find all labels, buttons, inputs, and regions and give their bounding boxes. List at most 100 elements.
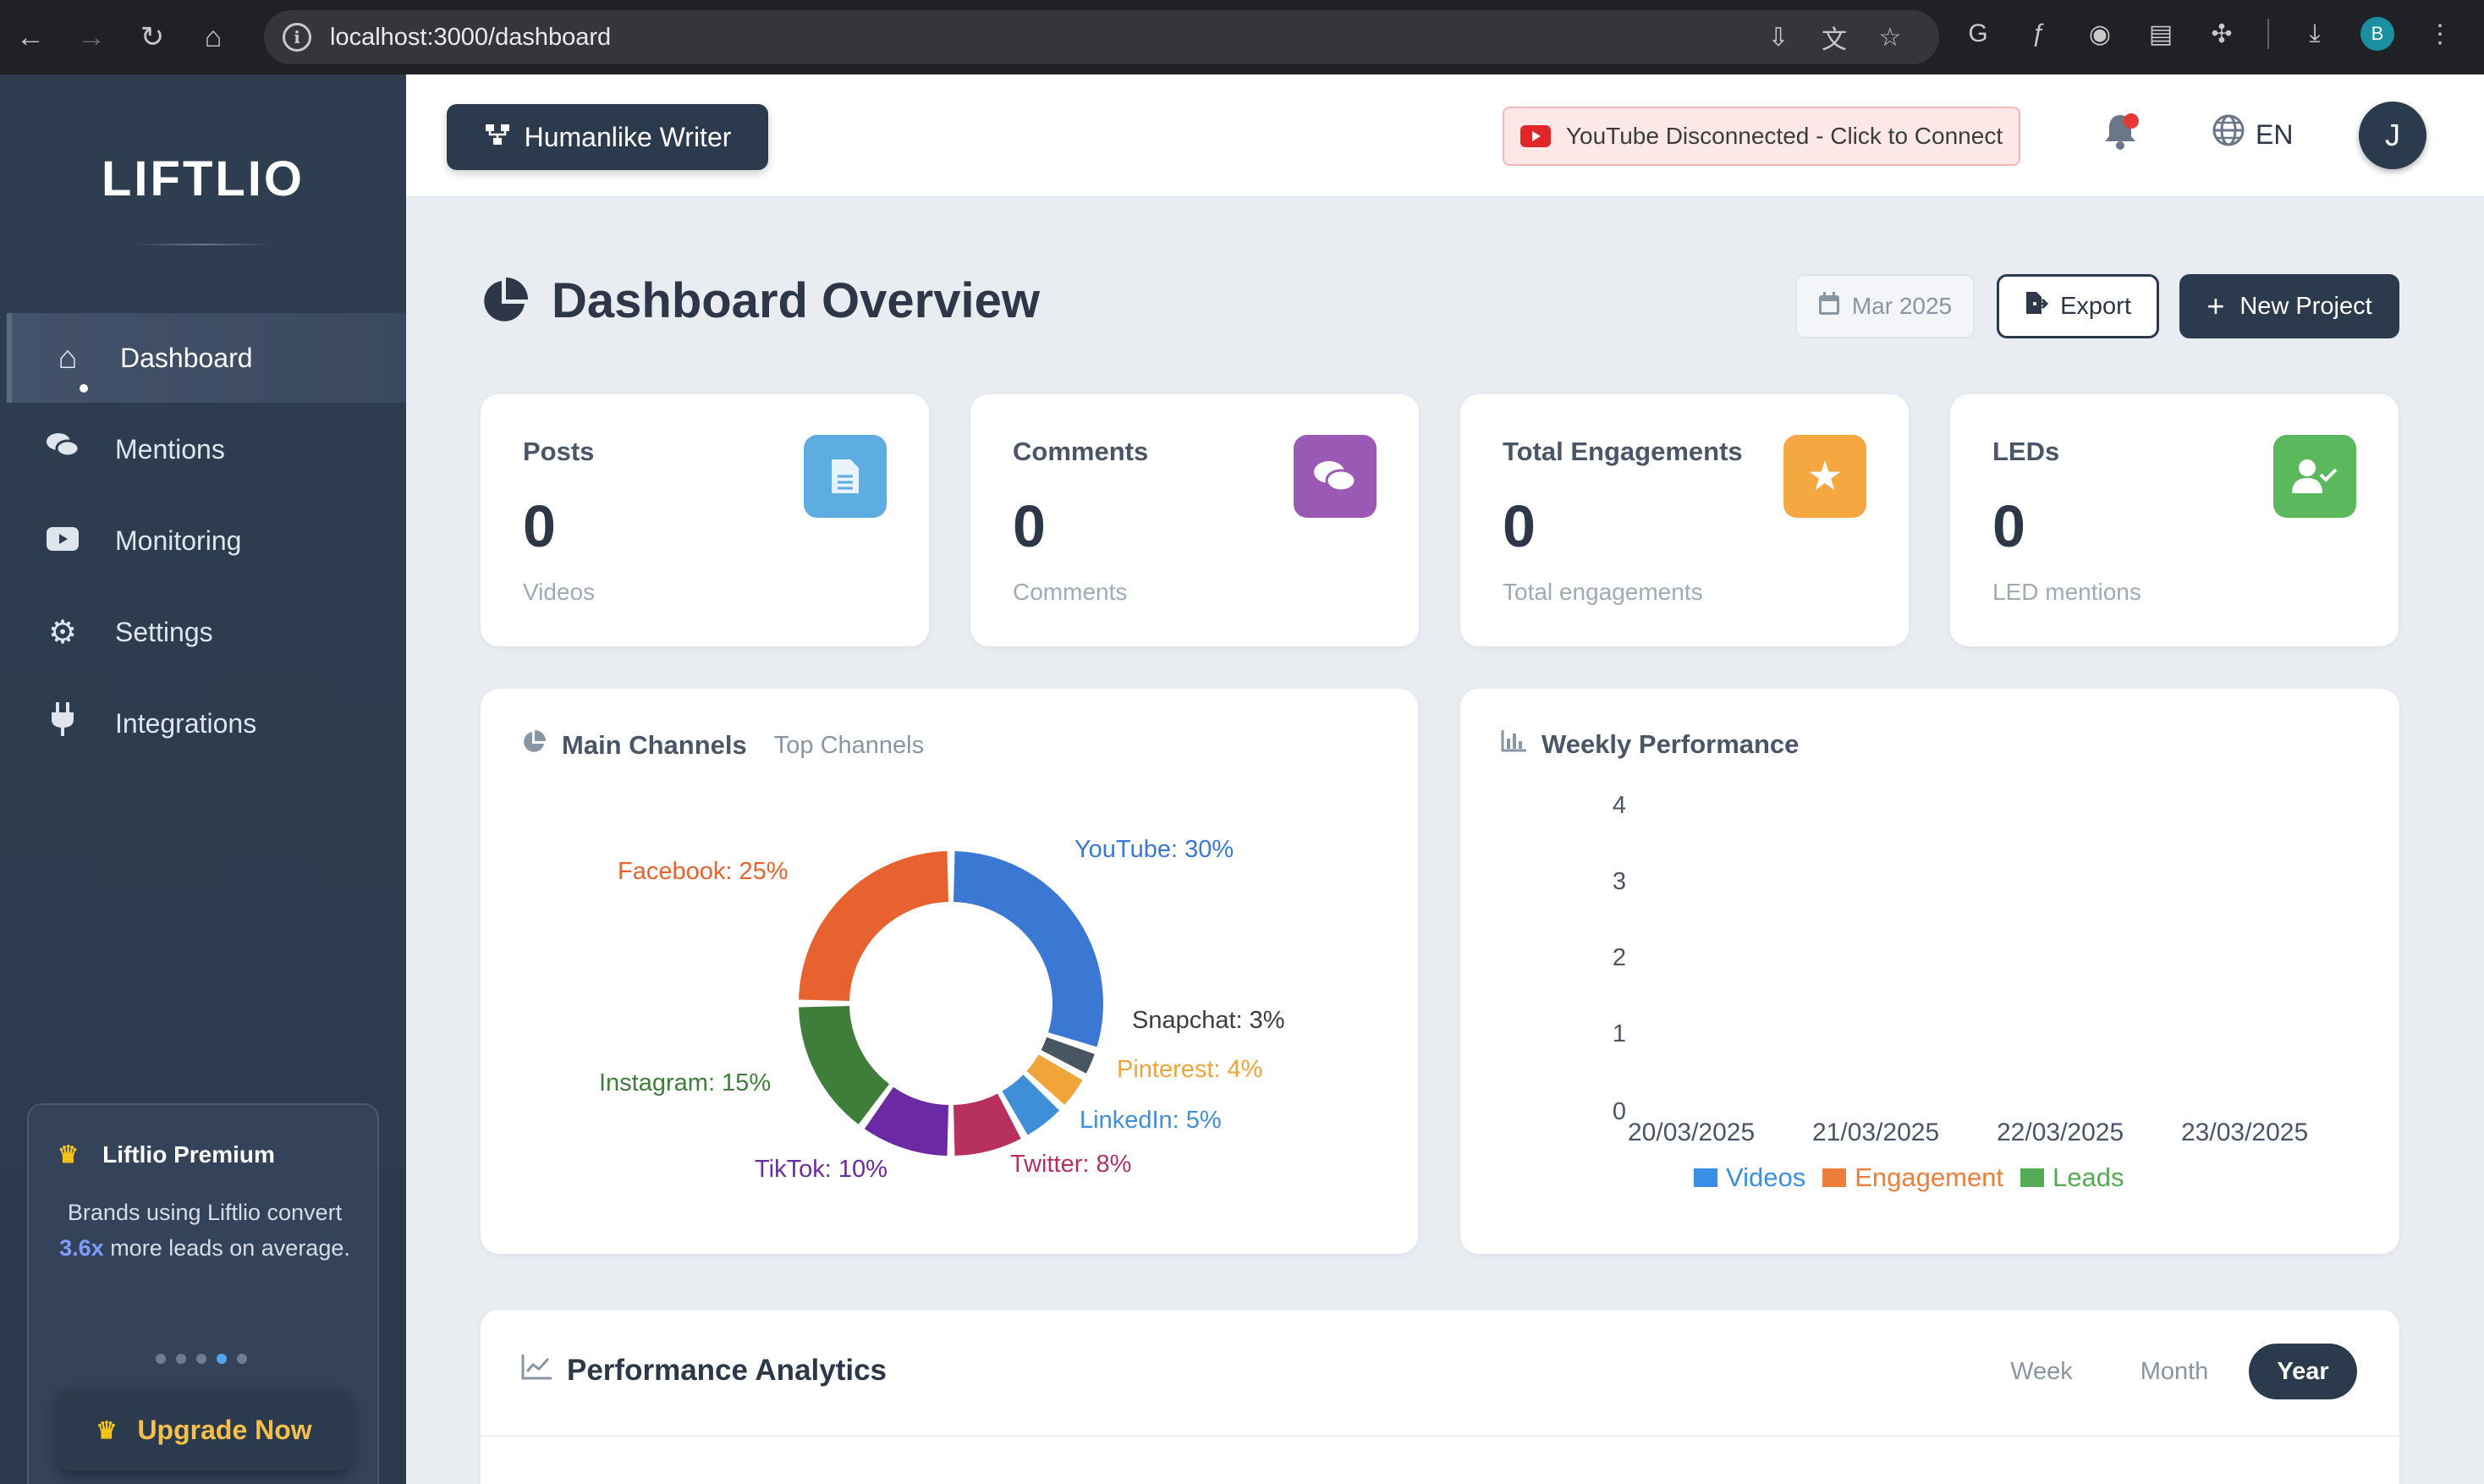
stat-sublabel: Comments	[1013, 579, 1128, 605]
gear-icon: ⚙	[47, 614, 78, 651]
weekly-performance-panel: Weekly Performance 4 3 2 1 0 20/03/2025 …	[1460, 689, 2399, 1254]
sidebar-item-label: Monitoring	[115, 525, 242, 556]
sidebar-item-integrations[interactable]: Integrations	[7, 679, 406, 768]
address-bar[interactable]: i localhost:3000/dashboard ⇩ 文 ☆	[264, 10, 1939, 64]
stat-label: Posts	[523, 437, 595, 466]
channels-donut-chart	[799, 851, 1103, 1156]
forward-icon[interactable]: →	[61, 0, 122, 74]
language-code: EN	[2256, 118, 2294, 150]
camera-extension-icon[interactable]: ◉	[2085, 19, 2115, 49]
sidebar-item-label: Integrations	[115, 707, 257, 739]
sidebar-item-label: Dashboard	[120, 342, 253, 373]
browser-menu-icon[interactable]: ⋮	[2425, 19, 2455, 49]
formula-extension-icon[interactable]: ƒ	[2024, 19, 2054, 49]
sidebar-item-dashboard[interactable]: ⌂ Dashboard	[7, 313, 406, 403]
file-export-icon	[2025, 290, 2049, 322]
stat-card-total-engagements: Total Engagements 0 Total engagements ★	[1460, 394, 1909, 646]
page-title-text: Dashboard Overview	[552, 273, 1040, 328]
carousel-dot[interactable]	[237, 1354, 247, 1364]
url-text[interactable]: localhost:3000/dashboard	[330, 24, 611, 52]
main-channels-panel: Main Channels Top Channels YouTube: 30% …	[481, 689, 1418, 1254]
stat-card-leds: LEDs 0 LED mentions	[1950, 394, 2399, 646]
user-avatar[interactable]: J	[2359, 102, 2426, 169]
panel-divider	[481, 1435, 2399, 1437]
translate-icon[interactable]: 文	[1819, 22, 1849, 54]
site-info-icon[interactable]: i	[283, 23, 311, 52]
sidebar-item-monitoring[interactable]: Monitoring	[7, 496, 406, 585]
youtube-connect-banner[interactable]: YouTube Disconnected - Click to Connect	[1503, 107, 2020, 166]
pie-label-pinterest: Pinterest: 4%	[1117, 1056, 1263, 1083]
reload-icon[interactable]: ↻	[122, 0, 183, 74]
bookmark-star-icon[interactable]: ☆	[1875, 22, 1905, 52]
pie-slice-instagram[interactable]	[799, 1005, 890, 1124]
pie-label-instagram: Instagram: 15%	[599, 1069, 772, 1097]
browser-toolbar: ← → ↻ ⌂ i localhost:3000/dashboard ⇩ 文 ☆…	[0, 0, 2484, 74]
sidebar-item-label: Settings	[115, 616, 213, 647]
legend-label: Engagement	[1855, 1162, 2004, 1192]
humanlike-writer-label: Humanlike Writer	[524, 121, 732, 152]
browser-profile-avatar[interactable]: B	[2360, 17, 2394, 51]
stat-sublabel: Videos	[523, 579, 596, 605]
pie-label-linkedin: LinkedIn: 5%	[1080, 1107, 1222, 1134]
carousel-dots	[156, 1354, 247, 1364]
toolbar-separator	[2267, 19, 2269, 49]
carousel-dot-active[interactable]	[217, 1354, 227, 1364]
stat-label: Total Engagements	[1503, 437, 1743, 466]
home-browser-icon[interactable]: ⌂	[183, 0, 244, 74]
tab-month[interactable]: Month	[2124, 1344, 2225, 1399]
upgrade-now-button[interactable]: ♛ Upgrade Now	[58, 1389, 350, 1470]
premium-title: ♛ Liftlio Premium	[58, 1140, 275, 1168]
globe-icon	[2212, 113, 2245, 156]
sidebar-item-mentions[interactable]: Mentions	[7, 404, 406, 494]
chart-legend: Videos Engagement Leads	[1694, 1162, 2124, 1193]
legend-item-videos[interactable]: Videos	[1694, 1162, 1805, 1193]
install-icon[interactable]: ⇩	[1763, 22, 1794, 52]
home-icon: ⌂	[58, 339, 78, 376]
sidebar-item-settings[interactable]: ⚙ Settings	[7, 587, 406, 677]
pie-slice-facebook[interactable]	[799, 851, 949, 1002]
language-selector[interactable]: EN	[2212, 113, 2293, 156]
youtube-icon	[37, 523, 88, 559]
export-button[interactable]: Export	[1997, 274, 2159, 338]
google-translate-extension-icon[interactable]: G	[1963, 19, 1993, 49]
pie-label-snapchat: Snapchat: 3%	[1132, 1007, 1285, 1034]
tab-year[interactable]: Year	[2249, 1344, 2357, 1399]
back-icon[interactable]: ←	[0, 0, 61, 74]
chart-pie-icon	[484, 277, 528, 322]
legend-label: Videos	[1726, 1162, 1806, 1192]
premium-title-text: Liftlio Premium	[102, 1140, 275, 1168]
stat-label: Comments	[1013, 437, 1149, 466]
carousel-dot[interactable]	[196, 1354, 206, 1364]
stat-value: 0	[1992, 493, 2025, 559]
stat-value: 0	[523, 493, 556, 559]
pie-label-twitter: Twitter: 8%	[1010, 1151, 1132, 1178]
carousel-dot[interactable]	[176, 1354, 186, 1364]
legend-item-leads[interactable]: Leads	[2020, 1162, 2124, 1193]
new-project-button[interactable]: + New Project	[2179, 274, 2399, 338]
pie-slice-youtube[interactable]	[953, 851, 1103, 1047]
legend-swatch	[1822, 1168, 1847, 1187]
carousel-dot[interactable]	[156, 1354, 166, 1364]
app-logo[interactable]: LIFTLIO	[0, 151, 406, 207]
youtube-icon	[1520, 125, 1551, 147]
stat-label: LEDs	[1992, 437, 2060, 466]
pie-label-youtube: YouTube: 30%	[1074, 836, 1234, 863]
printer-extension-icon[interactable]: ▤	[2146, 19, 2176, 49]
pie-label-facebook: Facebook: 25%	[618, 858, 789, 885]
app-header: Humanlike Writer YouTube Disconnected - …	[406, 74, 2484, 198]
star-icon: ★	[1783, 435, 1866, 518]
tab-week[interactable]: Week	[1995, 1344, 2088, 1399]
legend-item-engagement[interactable]: Engagement	[1822, 1162, 2003, 1193]
extensions-puzzle-icon[interactable]: ✣	[2206, 19, 2237, 49]
legend-swatch	[1694, 1168, 1717, 1187]
humanlike-writer-button[interactable]: Humanlike Writer	[447, 104, 768, 170]
date-filter[interactable]: Mar 2025	[1795, 274, 1975, 338]
sitemap-icon	[484, 123, 511, 152]
performance-analytics-header: Performance Analytics	[521, 1354, 887, 1388]
plus-icon: +	[2206, 289, 2225, 323]
comments-icon	[1294, 435, 1377, 518]
premium-promo-card: ♛ Liftlio Premium Brands using Liftlio c…	[27, 1103, 379, 1484]
upgrade-label: Upgrade Now	[137, 1414, 312, 1445]
downloads-icon[interactable]: ⤓	[2300, 19, 2330, 49]
legend-swatch	[2020, 1168, 2045, 1187]
